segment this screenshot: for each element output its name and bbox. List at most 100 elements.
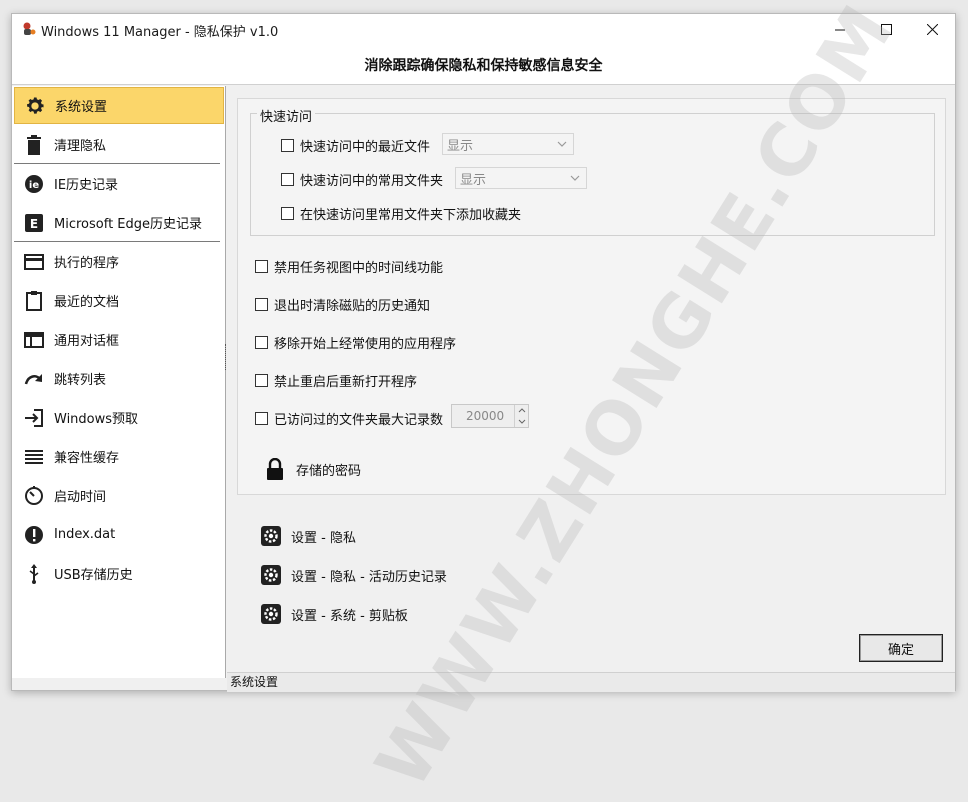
sidebar-divider: [14, 241, 220, 242]
sidebar-item-label: 清理隐私: [54, 139, 107, 154]
maximize-icon: [880, 24, 892, 35]
sidebar-item-label: 启动时间: [54, 490, 107, 505]
close-icon: [926, 24, 938, 35]
remove-frequent-apps-checkbox[interactable]: [255, 336, 268, 349]
sidebar-item-label: 执行的程序: [54, 256, 120, 271]
clear-tile-notify-option[interactable]: 退出时清除磁贴的历史通知: [255, 295, 430, 314]
remove-frequent-apps-label: 移除开始上经常使用的应用程序: [274, 337, 457, 352]
app-logo-icon: [23, 22, 36, 35]
sidebar-item-common-dialog[interactable]: 通用对话框: [14, 321, 224, 358]
no-reopen-label: 禁止重启后重新打开程序: [274, 375, 418, 390]
timer-icon: [23, 485, 45, 507]
sidebar: 系统设置 清理隐私 ie IE历史记录 E Microsoft Edge历史记录: [12, 86, 226, 678]
sidebar-divider: [14, 163, 220, 164]
quick-access-group: 快速访问 快速访问中的最近文件 显示 快速访问中的常用文件夹 显示 在快速访问里…: [250, 106, 935, 236]
sidebar-item-recent-docs[interactable]: 最近的文档: [14, 282, 224, 319]
settings-gear-icon: [261, 526, 281, 546]
max-folders-option[interactable]: 已访问过的文件夹最大记录数: [255, 409, 443, 428]
recent-files-select[interactable]: 显示: [442, 133, 574, 155]
stored-passwords-link[interactable]: 存储的密码: [266, 458, 361, 480]
max-folders-value: 20000: [466, 409, 505, 423]
settings-gear-icon: [261, 604, 281, 624]
edge-icon: E: [23, 212, 45, 234]
sidebar-item-label: 跳转列表: [54, 373, 107, 388]
minimize-button[interactable]: [817, 14, 863, 45]
quick-access-legend: 快速访问: [257, 106, 316, 125]
timeline-checkbox[interactable]: [255, 260, 268, 273]
sidebar-item-compat-cache[interactable]: 兼容性缓存: [14, 438, 224, 475]
stepper-up-icon[interactable]: [515, 405, 529, 416]
sidebar-item-usb-history[interactable]: USB存储历史: [14, 555, 224, 592]
sidebar-item-boot-time[interactable]: 启动时间: [14, 477, 224, 514]
minimize-icon: [835, 29, 845, 30]
sidebar-item-label: Microsoft Edge历史记录: [54, 217, 203, 232]
chevron-down-icon: [557, 141, 567, 147]
sidebar-item-executed-programs[interactable]: 执行的程序: [14, 243, 224, 280]
recent-files-option[interactable]: 快速访问中的最近文件: [281, 136, 430, 155]
add-favorites-label: 在快速访问里常用文件夹下添加收藏夹: [300, 208, 522, 223]
settings-clipboard-link[interactable]: 设置 - 系统 - 剪贴板: [261, 604, 408, 624]
settings-panel: 快速访问 快速访问中的最近文件 显示 快速访问中的常用文件夹 显示 在快速访问里…: [237, 98, 946, 495]
frequent-folders-label: 快速访问中的常用文件夹: [300, 174, 444, 189]
settings-activity-history-label: 设置 - 隐私 - 活动历史记录: [291, 569, 447, 585]
redo-arrow-icon: [23, 368, 45, 390]
sidebar-item-index-dat[interactable]: Index.dat: [14, 516, 224, 553]
max-folders-checkbox[interactable]: [255, 412, 268, 425]
frequent-folders-option[interactable]: 快速访问中的常用文件夹: [281, 170, 443, 189]
sidebar-item-jump-list[interactable]: 跳转列表: [14, 360, 224, 397]
dialog-icon: [23, 329, 45, 351]
settings-privacy-link[interactable]: 设置 - 隐私: [261, 526, 356, 546]
frequent-folders-select-value: 显示: [460, 172, 487, 188]
settings-clipboard-label: 设置 - 系统 - 剪贴板: [291, 608, 408, 624]
svg-text:E: E: [30, 217, 38, 231]
no-reopen-option[interactable]: 禁止重启后重新打开程序: [255, 371, 417, 390]
clear-tile-notify-label: 退出时清除磁贴的历史通知: [274, 299, 431, 314]
sidebar-item-ie-history[interactable]: ie IE历史记录: [14, 165, 224, 202]
clear-tile-notify-checkbox[interactable]: [255, 298, 268, 311]
max-folders-label: 已访问过的文件夹最大记录数: [274, 413, 444, 428]
frequent-folders-checkbox[interactable]: [281, 173, 294, 186]
settings-gear-icon: [261, 565, 281, 585]
sidebar-item-label: Index.dat: [54, 527, 116, 542]
maximize-button[interactable]: [863, 14, 909, 45]
svg-text:ie: ie: [29, 180, 39, 191]
close-button[interactable]: [909, 14, 955, 45]
window-title: Windows 11 Manager - 隐私保护 v1.0: [41, 25, 279, 40]
lock-icon: [267, 458, 283, 480]
sidebar-item-system-settings[interactable]: 系统设置: [14, 87, 224, 124]
main-content: 快速访问 快速访问中的最近文件 显示 快速访问中的常用文件夹 显示 在快速访问里…: [227, 86, 955, 642]
stepper-down-icon[interactable]: [515, 416, 529, 427]
title-bar[interactable]: Windows 11 Manager - 隐私保护 v1.0: [12, 14, 955, 45]
timeline-option[interactable]: 禁用任务视图中的时间线功能: [255, 257, 443, 276]
sidebar-item-windows-prefetch[interactable]: Windows预取: [14, 399, 224, 436]
stored-passwords-label: 存储的密码: [296, 463, 362, 479]
settings-activity-history-link[interactable]: 设置 - 隐私 - 活动历史记录: [261, 565, 447, 585]
recent-files-checkbox[interactable]: [281, 139, 294, 152]
no-reopen-checkbox[interactable]: [255, 374, 268, 387]
sign-in-icon: [23, 407, 45, 429]
frequent-folders-select[interactable]: 显示: [455, 167, 587, 189]
sidebar-item-label: 系统设置: [55, 100, 108, 115]
max-folders-stepper[interactable]: 20000: [451, 404, 529, 428]
remove-frequent-apps-option[interactable]: 移除开始上经常使用的应用程序: [255, 333, 456, 352]
exclamation-icon: [23, 524, 45, 546]
list-lines-icon: [23, 446, 45, 468]
add-favorites-option[interactable]: 在快速访问里常用文件夹下添加收藏夹: [281, 204, 521, 223]
ie-icon: ie: [23, 173, 45, 195]
sidebar-item-label: 最近的文档: [54, 295, 120, 310]
trash-icon: [23, 134, 45, 156]
sidebar-item-clean-privacy[interactable]: 清理隐私: [14, 126, 224, 163]
usb-icon: [23, 563, 45, 585]
sidebar-item-edge-history[interactable]: E Microsoft Edge历史记录: [14, 204, 224, 241]
sidebar-item-label: 通用对话框: [54, 334, 120, 349]
recent-files-label: 快速访问中的最近文件: [300, 140, 431, 155]
recent-files-select-value: 显示: [447, 138, 474, 154]
settings-privacy-label: 设置 - 隐私: [291, 530, 356, 546]
add-favorites-checkbox[interactable]: [281, 207, 294, 220]
stepper-buttons[interactable]: [514, 405, 528, 427]
window-card-icon: [23, 251, 45, 273]
sidebar-item-label: Windows预取: [54, 412, 139, 427]
ok-button[interactable]: 确定: [859, 634, 943, 662]
clipboard-icon: [23, 290, 45, 312]
chevron-down-icon: [570, 175, 580, 181]
